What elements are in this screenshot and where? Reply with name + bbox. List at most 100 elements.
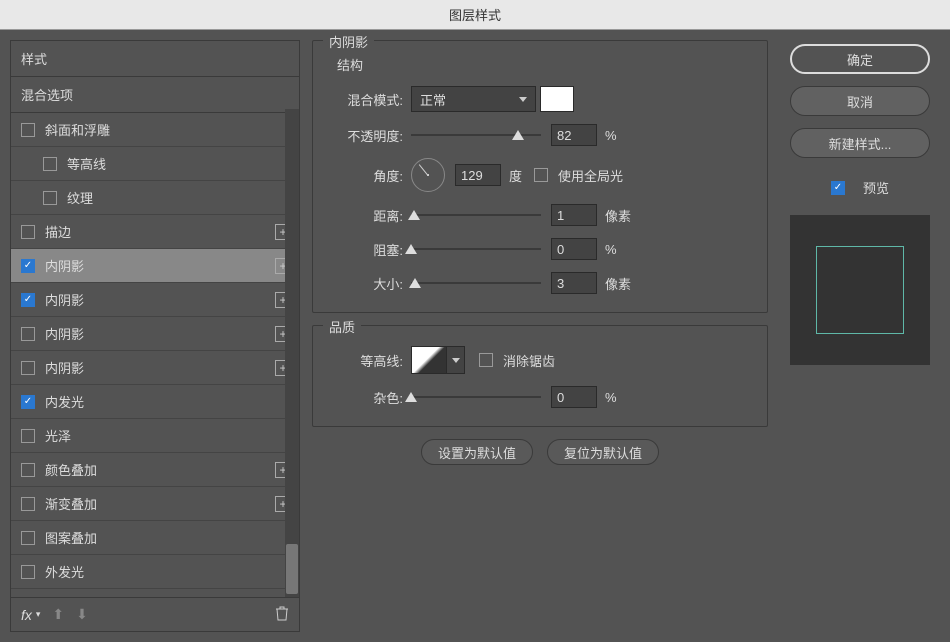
style-checkbox[interactable] bbox=[21, 531, 35, 545]
style-item[interactable]: 内阴影+ bbox=[11, 249, 299, 283]
scroll-thumb[interactable] bbox=[286, 544, 298, 594]
choke-slider[interactable] bbox=[411, 240, 541, 258]
style-item[interactable]: 内阴影+ bbox=[11, 317, 299, 351]
ok-button[interactable]: 确定 bbox=[790, 44, 930, 74]
style-checkbox[interactable] bbox=[21, 293, 35, 307]
style-label: 图案叠加 bbox=[45, 528, 97, 547]
style-label: 等高线 bbox=[67, 154, 106, 173]
size-slider[interactable] bbox=[411, 274, 541, 292]
style-label: 内阴影 bbox=[45, 256, 84, 275]
move-down-icon[interactable]: ⬇ bbox=[76, 606, 88, 623]
style-checkbox[interactable] bbox=[21, 429, 35, 443]
contour-picker[interactable] bbox=[411, 346, 447, 374]
style-label: 描边 bbox=[45, 222, 71, 241]
style-checkbox[interactable] bbox=[21, 327, 35, 341]
add-effect-icon[interactable]: + bbox=[275, 598, 291, 599]
distance-slider[interactable] bbox=[411, 206, 541, 224]
choke-input[interactable] bbox=[551, 238, 597, 260]
window-title: 图层样式 bbox=[449, 5, 501, 24]
main-panel: 内阴影 结构 混合模式: 正常 不透明度: % 角度: 度 使用全局光 bbox=[308, 40, 772, 632]
antialias-checkbox[interactable] bbox=[479, 353, 493, 367]
noise-slider[interactable] bbox=[411, 388, 541, 406]
style-label: 内发光 bbox=[45, 392, 84, 411]
preview-box bbox=[790, 215, 930, 365]
fx-menu[interactable]: fx bbox=[21, 607, 32, 623]
style-label: 纹理 bbox=[67, 188, 93, 207]
preview-inner bbox=[816, 246, 904, 334]
style-label: 投影 bbox=[45, 596, 71, 598]
style-checkbox[interactable] bbox=[21, 123, 35, 137]
style-item[interactable]: 描边+ bbox=[11, 215, 299, 249]
style-label: 内阴影 bbox=[45, 324, 84, 343]
style-item[interactable]: 外发光 bbox=[11, 555, 299, 589]
style-label: 渐变叠加 bbox=[45, 494, 97, 513]
style-label: 斜面和浮雕 bbox=[45, 120, 110, 139]
style-label: 外发光 bbox=[45, 562, 84, 581]
noise-label: 杂色: bbox=[329, 388, 411, 407]
cancel-button[interactable]: 取消 bbox=[790, 86, 930, 116]
styles-header[interactable]: 样式 bbox=[11, 41, 299, 77]
style-label: 光泽 bbox=[45, 426, 71, 445]
distance-label: 距离: bbox=[329, 206, 411, 225]
set-default-button[interactable]: 设置为默认值 bbox=[421, 439, 533, 465]
styles-list: 样式 混合选项 斜面和浮雕等高线纹理描边+内阴影+内阴影+内阴影+内阴影+内发光… bbox=[10, 40, 300, 598]
blend-options-header[interactable]: 混合选项 bbox=[11, 77, 299, 113]
trash-icon[interactable] bbox=[275, 605, 289, 624]
style-checkbox[interactable] bbox=[21, 463, 35, 477]
angle-label: 角度: bbox=[329, 166, 411, 185]
preview-toggle[interactable]: 预览 bbox=[831, 178, 889, 197]
style-label: 内阴影 bbox=[45, 358, 84, 377]
style-checkbox[interactable] bbox=[21, 225, 35, 239]
opacity-slider[interactable] bbox=[411, 126, 541, 144]
panel-title: 内阴影 bbox=[323, 32, 374, 51]
style-checkbox[interactable] bbox=[21, 395, 35, 409]
style-item[interactable]: 内阴影+ bbox=[11, 351, 299, 385]
size-label: 大小: bbox=[329, 274, 411, 293]
opacity-label: 不透明度: bbox=[329, 126, 411, 145]
style-item[interactable]: 内发光 bbox=[11, 385, 299, 419]
scrollbar[interactable] bbox=[285, 109, 299, 597]
content: 样式 混合选项 斜面和浮雕等高线纹理描边+内阴影+内阴影+内阴影+内阴影+内发光… bbox=[0, 30, 950, 642]
preview-checkbox[interactable] bbox=[831, 181, 845, 195]
quality-group: 品质 等高线: 消除锯齿 杂色: % bbox=[312, 325, 768, 427]
style-item[interactable]: 光泽 bbox=[11, 419, 299, 453]
style-item[interactable]: 斜面和浮雕 bbox=[11, 113, 299, 147]
distance-input[interactable] bbox=[551, 204, 597, 226]
style-checkbox[interactable] bbox=[43, 191, 57, 205]
opacity-input[interactable] bbox=[551, 124, 597, 146]
move-up-icon[interactable]: ⬆ bbox=[52, 606, 64, 623]
structure-group: 内阴影 结构 混合模式: 正常 不透明度: % 角度: 度 使用全局光 bbox=[312, 40, 768, 313]
structure-title: 结构 bbox=[337, 55, 751, 74]
global-light-label: 使用全局光 bbox=[558, 166, 623, 185]
quality-title: 品质 bbox=[323, 317, 361, 336]
sidebar: 样式 混合选项 斜面和浮雕等高线纹理描边+内阴影+内阴影+内阴影+内阴影+内发光… bbox=[10, 40, 300, 632]
noise-input[interactable] bbox=[551, 386, 597, 408]
style-checkbox[interactable] bbox=[21, 361, 35, 375]
style-item[interactable]: 渐变叠加+ bbox=[11, 487, 299, 521]
style-checkbox[interactable] bbox=[21, 259, 35, 273]
blend-mode-label: 混合模式: bbox=[329, 90, 411, 109]
right-panel: 确定 取消 新建样式... 预览 bbox=[780, 40, 940, 632]
color-swatch[interactable] bbox=[540, 86, 574, 112]
global-light-checkbox[interactable] bbox=[534, 168, 548, 182]
style-checkbox[interactable] bbox=[21, 497, 35, 511]
style-item[interactable]: 纹理 bbox=[11, 181, 299, 215]
blend-mode-dropdown[interactable]: 正常 bbox=[411, 86, 536, 112]
style-item[interactable]: 图案叠加 bbox=[11, 521, 299, 555]
size-input[interactable] bbox=[551, 272, 597, 294]
contour-dropdown-icon[interactable] bbox=[447, 346, 465, 374]
style-item[interactable]: 等高线 bbox=[11, 147, 299, 181]
style-item[interactable]: 颜色叠加+ bbox=[11, 453, 299, 487]
reset-default-button[interactable]: 复位为默认值 bbox=[547, 439, 659, 465]
preview-label: 预览 bbox=[863, 178, 889, 197]
new-style-button[interactable]: 新建样式... bbox=[790, 128, 930, 158]
style-checkbox[interactable] bbox=[43, 157, 57, 171]
title-bar: 图层样式 bbox=[0, 0, 950, 30]
style-checkbox[interactable] bbox=[21, 565, 35, 579]
angle-input[interactable] bbox=[455, 164, 501, 186]
style-item[interactable]: 内阴影+ bbox=[11, 283, 299, 317]
style-item[interactable]: 投影 + bbox=[11, 589, 299, 598]
style-label: 颜色叠加 bbox=[45, 460, 97, 479]
angle-dial[interactable] bbox=[411, 158, 445, 192]
style-label: 内阴影 bbox=[45, 290, 84, 309]
